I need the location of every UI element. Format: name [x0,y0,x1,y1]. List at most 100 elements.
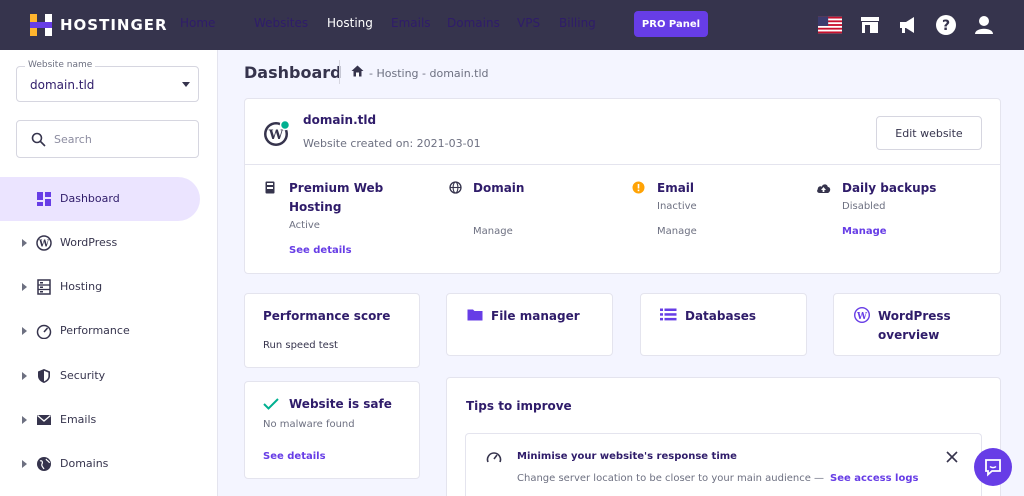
chat-icon [985,459,1001,477]
home-icon[interactable] [351,65,364,77]
tip-item-title: Minimise your website's response time [517,451,737,462]
shield-icon [38,369,50,383]
sidebar-search-input[interactable]: Search [16,120,199,158]
databases-label: Databases [685,309,757,323]
pro-panel-button[interactable]: PRO Panel [634,11,708,37]
sidebar-item-label: Performance [60,324,130,337]
sidebar-item-hosting[interactable]: Hosting [0,265,200,309]
sidebar-item-performance[interactable]: Performance [0,309,200,353]
store-icon[interactable] [858,13,882,37]
page-title: Dashboard [244,63,342,82]
sidebar-item-label: Domains [60,457,109,470]
globe-icon [449,181,462,194]
website-domain: domain.tld [303,113,377,127]
wordpress-icon: W [36,235,52,251]
chevron-right-icon [22,416,27,424]
sidebar-item-wordpress[interactable]: W WordPress [0,221,200,265]
see-access-logs-link[interactable]: See access logs [830,473,918,484]
databases-card[interactable] [640,293,807,356]
safety-see-details-link[interactable]: See details [263,451,326,462]
domain-manage-link[interactable]: Manage [473,226,513,237]
nav-hosting[interactable]: Hosting [327,16,373,30]
breadcrumb[interactable]: - Hosting - domain.tld [369,67,489,80]
sidebar-item-security[interactable]: Security [0,354,200,398]
sidebar-item-dashboard[interactable]: Dashboard [0,177,200,221]
service-domain-title: Domain [473,181,525,195]
top-navigation-bar: HOSTINGER Home Websites Hosting Emails D… [0,0,1024,50]
search-icon [31,132,46,147]
globe-icon [37,457,51,471]
svg-text:W: W [268,128,284,143]
server-icon [37,279,51,295]
svg-text:W: W [856,312,868,322]
service-hosting-title: Premium Web [289,181,384,195]
chevron-right-icon [22,460,27,468]
service-hosting-status: Active [289,220,320,231]
tips-title: Tips to improve [466,399,572,413]
chevron-right-icon [22,372,27,380]
backups-manage-link[interactable]: Manage [842,226,887,237]
sidebar: Website name domain.tld Search Dashboard… [0,50,218,496]
help-icon[interactable]: ? [934,13,958,37]
chat-support-button[interactable] [974,448,1012,486]
wordpress-icon: W [264,120,291,146]
wordpress-icon: W [854,307,870,323]
chevron-right-icon [22,283,27,291]
envelope-icon [37,415,51,425]
email-manage-link[interactable]: Manage [657,226,697,237]
database-icon [660,308,677,321]
user-icon[interactable] [972,13,996,37]
service-backups-title: Daily backups [842,181,937,195]
website-created-date: Website created on: 2021-03-01 [303,137,481,150]
brand-name: HOSTINGER [60,16,168,34]
service-hosting-title-line2: Hosting [289,200,342,214]
website-safety-card [244,381,420,479]
chevron-right-icon [22,327,27,335]
performance-score-card[interactable] [244,293,420,368]
file-manager-card[interactable] [446,293,613,356]
breadcrumb-divider [339,60,340,84]
megaphone-icon[interactable] [896,13,920,37]
website-safe-subtitle: No malware found [263,419,355,430]
tip-item-text: Change server location to be closer to y… [517,473,825,484]
caret-down-icon [182,82,190,87]
close-icon[interactable] [946,451,958,463]
performance-score-title: Performance score [263,309,391,323]
dashboard-icon [37,192,51,206]
sidebar-item-label: WordPress [60,236,118,249]
speedometer-icon [486,452,502,463]
us-flag-icon[interactable] [818,13,842,37]
sidebar-item-domains[interactable]: Domains [0,442,200,486]
wordpress-overview-label: WordPress [878,309,951,323]
nav-emails[interactable]: Emails [391,16,431,30]
warning-icon [632,181,645,194]
edit-website-button[interactable]: Edit website [876,116,982,150]
hosting-see-details-link[interactable]: See details [289,245,352,256]
gauge-icon [36,324,52,339]
file-manager-label: File manager [491,309,580,323]
service-email-title: Email [657,181,695,195]
wordpress-overview-label-line2: overview [878,328,940,342]
nav-domains[interactable]: Domains [447,16,500,30]
search-placeholder: Search [54,133,92,146]
wordpress-overview-card[interactable] [833,293,1001,356]
svg-text:W: W [38,240,50,250]
cloud-backup-icon [817,184,831,193]
nav-billing[interactable]: Billing [559,16,596,30]
service-email-status: Inactive [657,201,697,212]
brand-logo[interactable]: HOSTINGER [30,14,168,36]
website-select[interactable]: Website name domain.tld [16,60,199,102]
nav-vps[interactable]: VPS [517,16,540,30]
nav-websites[interactable]: Websites [254,16,308,30]
tip-item [465,433,982,496]
hostinger-logo-icon [30,14,52,36]
check-icon [263,398,279,410]
sidebar-item-label: Hosting [60,280,103,293]
run-speed-test-link[interactable]: Run speed test [263,340,338,351]
chevron-right-icon [22,239,27,247]
website-select-value: domain.tld [30,78,95,92]
sidebar-item-label: Security [60,369,106,382]
nav-home[interactable]: Home [180,16,215,30]
sidebar-item-emails[interactable]: Emails [0,398,200,442]
card-divider [245,164,1000,165]
